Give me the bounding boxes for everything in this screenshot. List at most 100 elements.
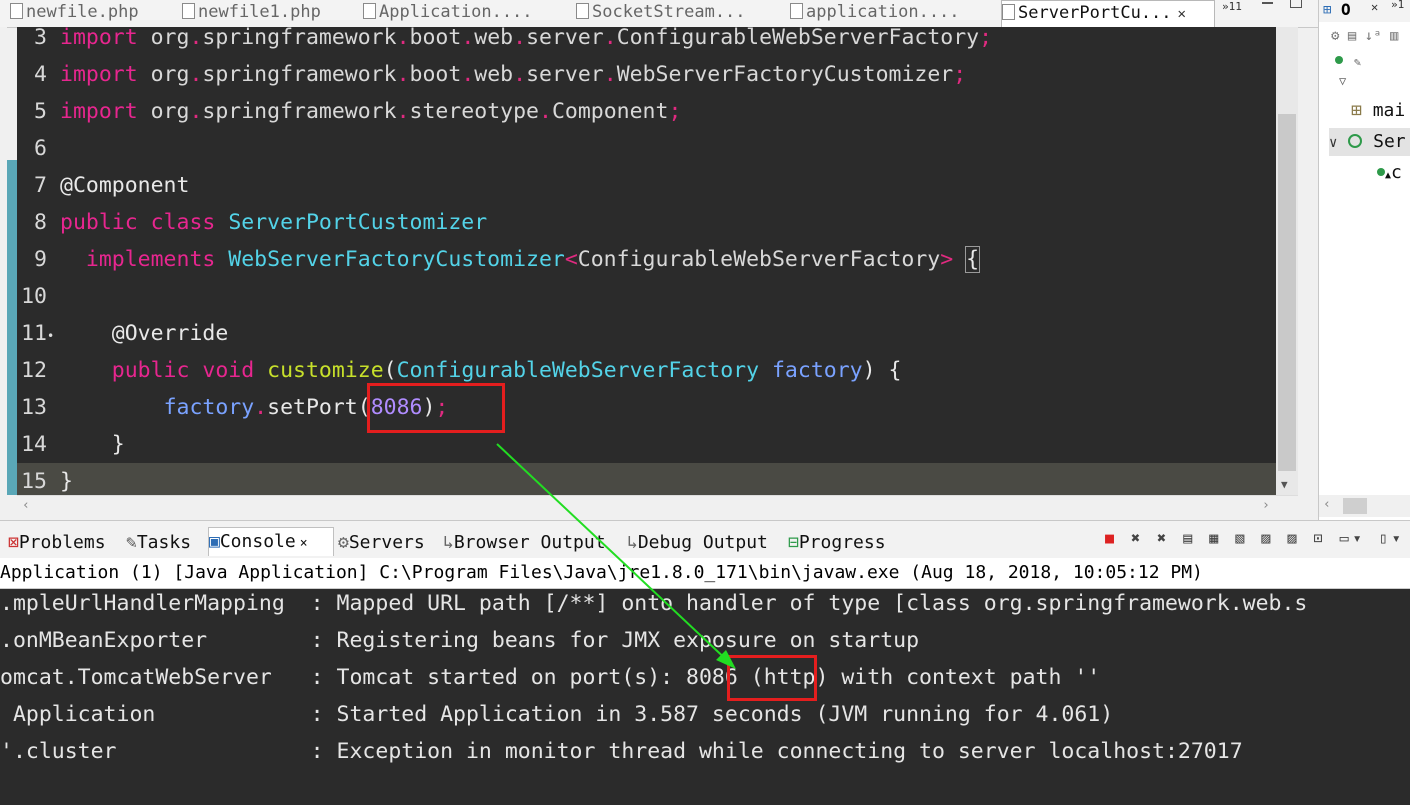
code-token: { [965,246,981,273]
hide-fields-icon[interactable]: ✎ [1335,50,1361,71]
pin-console-icon[interactable]: ⊡ [1314,529,1327,547]
code-token: . [189,62,203,87]
close-console-icon[interactable]: × [300,536,308,551]
code-token: . [603,27,617,50]
tab-servers[interactable]: ⚙Servers [338,529,425,557]
expand-chevron-icon[interactable]: ∨ [1329,135,1337,151]
code-line[interactable]: 13 factory.setPort(8086); [17,389,1276,426]
tab-serverportcustomizer[interactable]: ServerPortCu... ✕ [1001,0,1215,28]
scroll-left-icon[interactable]: ‹ [1323,497,1331,512]
java-file-icon [576,3,589,19]
show-stdout-icon[interactable]: ▨ [1261,529,1274,547]
code-line[interactable]: 6 [17,130,1276,167]
view-overflow-icon[interactable]: »1 [1391,0,1404,11]
tab-progress[interactable]: ⊟Progress [788,529,886,557]
scroll-thumb[interactable] [1343,498,1367,514]
tab-application-java[interactable]: Application.... [363,0,568,27]
code-text: import org.springframework.boot.web.serv… [60,56,966,93]
change-ruler [7,160,17,495]
code-line[interactable]: 11• @Override [17,315,1276,352]
maximize-icon[interactable] [1290,0,1302,8]
clear-console-icon[interactable]: ▤ [1183,529,1196,547]
code-line[interactable]: 5 import org.springframework.stereotype.C… [17,93,1276,130]
line-number: 14 [21,432,47,457]
outline-tab[interactable]: ⊞ O ✕ »1 [1319,0,1410,22]
code-line[interactable]: 9 implements WebServerFactoryCustomizer<… [17,241,1276,278]
scroll-lock-icon[interactable]: ▦ [1209,529,1222,547]
code-line[interactable]: 14 } [17,426,1276,463]
outline-item-class[interactable]: ∨ Ser [1329,128,1410,156]
imports-icon: ⊞ [1351,100,1362,121]
minimize-icon[interactable] [1262,2,1273,4]
code-editor[interactable]: 3 import org.springframework.boot.web.ser… [17,27,1276,495]
code-token: . [189,99,203,124]
scroll-down-icon[interactable]: ▼ [1281,478,1288,491]
show-stderr-icon[interactable]: ▨ [1287,529,1300,547]
outline-toolbar[interactable]: ⚙ ▤ ↓ᵃ ▥ [1331,28,1398,44]
code-token: . [461,27,475,50]
line-number: 12 [21,358,47,383]
editor-vertical-scrollbar[interactable]: ▼ [1276,27,1298,495]
tab-overflow-button[interactable]: »11 [1222,0,1242,13]
code-line[interactable]: 7 @Component [17,167,1276,204]
close-icon[interactable]: ✕ [1371,0,1378,14]
remove-all-icon[interactable]: ✖ [1157,529,1170,547]
display-console-icon[interactable]: ▭ [1340,529,1353,547]
code-line[interactable]: 4 import org.springframework.boot.web.ser… [17,56,1276,93]
console-toolbar[interactable]: ■ ✖ ✖ ▤ ▦ ▧ ▨ ▨ ⊡ ▭▾ ▯▾ [1105,529,1405,547]
dropdown-icon[interactable]: ▾ [1353,529,1366,547]
console-line: .mpleUrlHandlerMapping : Mapped URL path… [0,591,1308,616]
scroll-right-icon[interactable]: › [1262,498,1270,513]
tab-newfile-php[interactable]: newfile.php [10,0,175,27]
tab-application-properties[interactable]: application.... [790,0,995,27]
terminate-icon[interactable]: ■ [1105,529,1118,547]
code-token: springframework [202,27,397,50]
code-text: @Override [60,315,229,352]
tab-browser-output[interactable]: ↳Browser Output [443,529,606,557]
code-token: void [202,358,255,383]
outline-item-imports[interactable]: ⊞ mai [1351,100,1405,121]
tab-tasks[interactable]: ✎Tasks [126,529,191,557]
code-line[interactable]: 10 [17,278,1276,315]
console-launch-header: Application (1) [Java Application] C:\Pr… [0,558,1410,589]
problems-icon: ⊠ [8,532,19,553]
tab-debug-output[interactable]: ↳Debug Output [627,529,768,557]
tab-problems[interactable]: ⊠Problems [8,529,106,557]
dropdown-icon[interactable]: ▾ [1392,529,1405,547]
close-tab-icon[interactable]: ✕ [1178,6,1186,22]
word-wrap-icon[interactable]: ▧ [1235,529,1248,547]
code-token: WebServerFactoryCustomizer [228,247,565,272]
outline-item-method[interactable]: ▲c [1377,162,1402,183]
line-number: 3 [34,27,47,50]
code-text: } [60,463,73,495]
code-token: boot [409,62,462,87]
fold-marker[interactable]: • [47,318,59,355]
editor-horizontal-scrollbar[interactable]: ‹ › [17,495,1298,518]
outline-horizontal-scrollbar[interactable]: ‹ [1319,495,1410,517]
tab-newfile1-php[interactable]: newfile1.php [182,0,354,27]
code-line[interactable]: 12 public void customize(ConfigurableWeb… [17,352,1276,389]
properties-file-icon [790,3,803,19]
view-menu-icon[interactable]: ▽ [1339,74,1346,88]
code-text: import org.springframework.boot.web.serv… [60,27,992,56]
code-token: import [60,27,138,50]
line-number: 11 [21,321,47,346]
remove-launch-icon[interactable]: ✖ [1131,529,1144,547]
open-console-icon[interactable]: ▯ [1379,529,1392,547]
code-token: < [564,247,578,272]
code-line[interactable]: 3 import org.springframework.boot.web.ser… [17,27,1276,56]
code-token: server [526,62,604,87]
code-line[interactable]: 8 public class ServerPortCustomizer [17,204,1276,241]
code-token: web [474,62,514,87]
tab-socketstream[interactable]: SocketStream... [576,0,781,27]
code-text: @Component [60,167,189,204]
code-line[interactable]: 15} [17,463,1276,495]
scroll-thumb[interactable] [1278,114,1296,471]
panel-tab-bar: ⊠Problems ✎Tasks ▣Console × ⚙Servers ↳Bro… [0,520,1410,559]
tab-console[interactable]: ▣Console × [208,527,334,556]
console-output[interactable]: .mpleUrlHandlerMapping : Mapped URL path… [0,589,1410,805]
scroll-left-icon[interactable]: ‹ [22,498,30,513]
